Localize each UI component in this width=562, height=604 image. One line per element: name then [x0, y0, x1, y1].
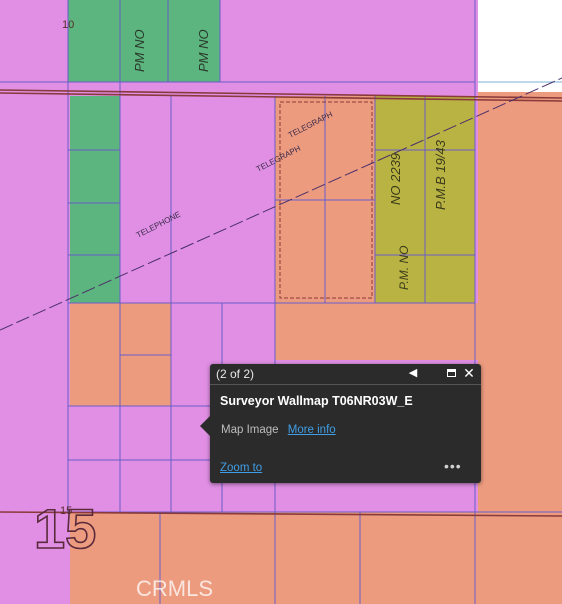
attribute-label: Map Image: [221, 424, 279, 436]
popup-attribute: Map Image More info: [221, 424, 336, 436]
more-actions-button[interactable]: •••: [444, 458, 462, 474]
parcel-salmon: [478, 92, 562, 604]
more-info-link[interactable]: More info: [288, 424, 336, 436]
section-number-10: 10: [62, 19, 74, 31]
popup-pager: (2 of 2): [216, 367, 255, 381]
map-canvas[interactable]: 10 15 TELEPHONE TELEGRAPH TELEGRAPH PM N…: [0, 0, 562, 604]
parcel-salmon: [275, 303, 480, 360]
pm-number-label: NO 2239: [388, 153, 403, 205]
feature-popup: (2 of 2) ◀ ✕ Surveyor Wallmap T06NR03W_E…: [200, 364, 481, 483]
pm-label: P.M. NO: [397, 246, 411, 290]
previous-feature-button[interactable]: ◀: [406, 366, 420, 380]
popup-title: Surveyor Wallmap T06NR03W_E: [220, 394, 413, 408]
close-button[interactable]: ✕: [462, 366, 476, 380]
unmapped-area: [478, 0, 562, 92]
parcel-green: [68, 0, 120, 82]
popup-header: (2 of 2) ◀ ✕: [210, 364, 481, 385]
pm-label: PM NO: [196, 29, 211, 72]
pm-label: PM NO: [132, 29, 147, 72]
maximize-icon: [446, 369, 456, 378]
parcel-green: [70, 96, 120, 303]
popup-pointer: [200, 416, 210, 436]
popup-footer: Zoom to •••: [210, 458, 481, 483]
watermark-logo: CRMLS: [136, 576, 213, 601]
section-number-large: 15: [34, 497, 96, 560]
zoom-to-link[interactable]: Zoom to: [220, 462, 262, 474]
parcel-salmon: [70, 512, 478, 604]
pmb-label: P.M.B 19/43: [433, 139, 448, 210]
parcel-green: [168, 0, 220, 82]
maximize-button[interactable]: [444, 366, 458, 380]
